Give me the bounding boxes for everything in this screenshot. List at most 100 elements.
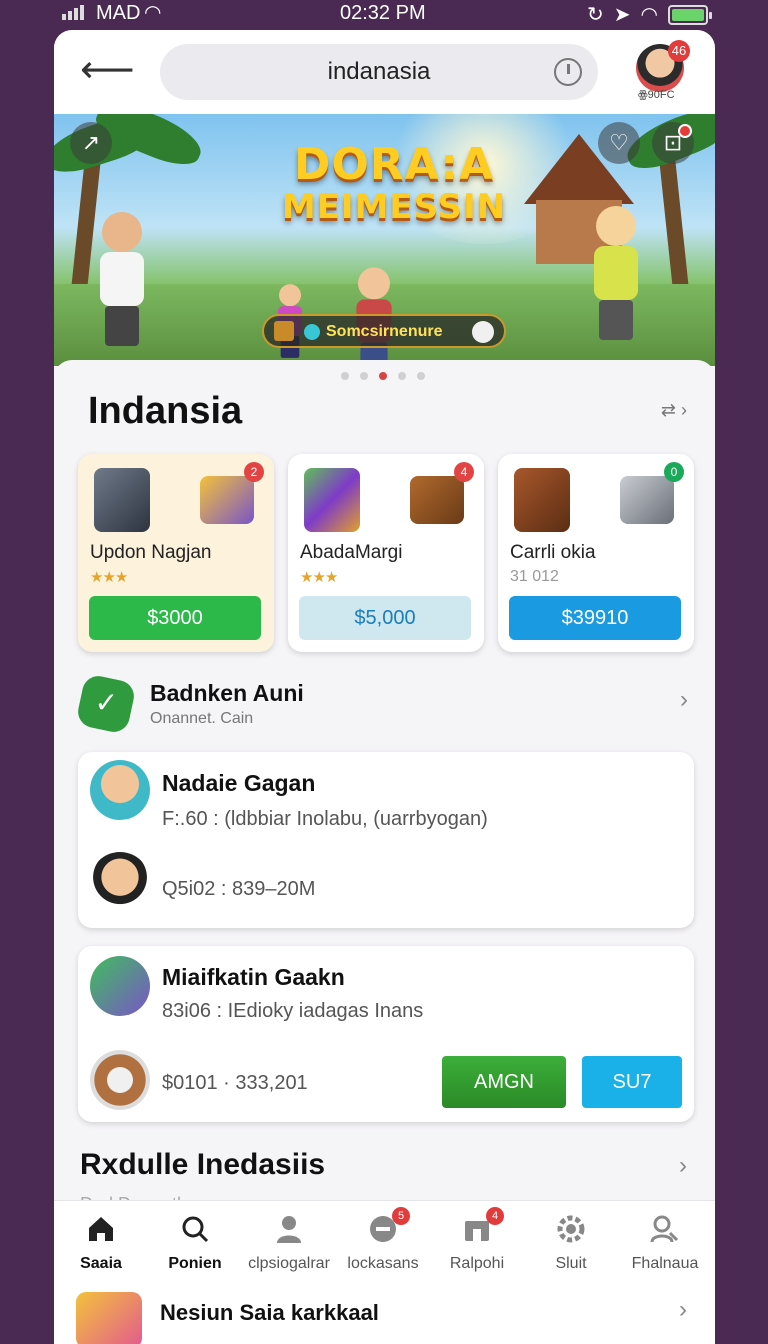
gear-icon bbox=[472, 321, 494, 343]
person-icon bbox=[277, 1216, 301, 1243]
signal-icon bbox=[62, 4, 84, 20]
search-icon bbox=[182, 1216, 209, 1243]
wifi-icon: ◠ bbox=[640, 4, 658, 26]
tool-icon bbox=[90, 1050, 150, 1110]
verified-badge-icon bbox=[75, 673, 137, 735]
card-badge: 0 bbox=[664, 462, 684, 482]
hut-icon bbox=[514, 468, 570, 532]
wifi-icon: ◠ bbox=[144, 2, 162, 24]
list-card-detail: 83i06 : IEdioky iadagas Inans bbox=[162, 1000, 424, 1022]
star-rating: ★★★ bbox=[90, 569, 128, 586]
chevron-right-icon[interactable]: › bbox=[680, 686, 688, 714]
crate-icon bbox=[410, 476, 464, 524]
banner-cta-label: Somcsirnenure bbox=[326, 323, 443, 340]
pipe-icon bbox=[620, 476, 674, 524]
tab-label: Fhalnaua bbox=[631, 1255, 699, 1272]
price-button[interactable]: $3000 bbox=[89, 596, 261, 640]
notification-dot bbox=[678, 124, 692, 138]
list-item-title: Nesiun Saia karkkaal bbox=[160, 1300, 379, 1325]
gem-icon bbox=[304, 324, 320, 340]
hero-banner[interactable]: DORA:A MEIMESSIN Somcsirnenure ↗ ♡ ⊡ bbox=[54, 114, 715, 366]
cups-icon bbox=[200, 476, 254, 524]
list-card[interactable]: Miaifkatin Gaakn 83i06 : IEdioky iadagas… bbox=[78, 946, 694, 1122]
tab-account[interactable]: Fhalnaua bbox=[618, 1201, 712, 1287]
banner-title-line1: DORA:A bbox=[293, 139, 495, 190]
card-badge: 4 bbox=[454, 462, 474, 482]
product-card[interactable]: 0 Carrli okia 31 012 $39910 bbox=[498, 454, 694, 652]
star-rating: ★★★ bbox=[300, 569, 338, 586]
tab-store[interactable]: 4 Ralpohi bbox=[430, 1201, 524, 1287]
list-card-meta: $0101 · 333,201 bbox=[162, 1072, 308, 1094]
carousel-dot-active[interactable] bbox=[379, 372, 387, 380]
chevron-right-icon[interactable]: › bbox=[679, 1296, 687, 1324]
search-bar[interactable]: indanasia bbox=[160, 44, 598, 100]
sync-icon: ↻ bbox=[587, 4, 604, 26]
back-arrow-icon[interactable]: ⟵ bbox=[80, 50, 134, 90]
game-thumbnail bbox=[76, 1292, 142, 1344]
chest-icon bbox=[274, 321, 294, 341]
product-card[interactable]: 4 AbadaMargi ★★★ $5,000 bbox=[288, 454, 484, 652]
bottom-nav: Saaia Ponien clpsiogalrar 5 lockasans 4 … bbox=[54, 1200, 715, 1286]
verified-row[interactable]: Badnken Auni Onannet. Cain › bbox=[75, 673, 694, 736]
banner-title-line2: MEIMESSIN bbox=[281, 187, 507, 227]
card-title: Carrli okia bbox=[510, 542, 596, 563]
chevron-right-icon[interactable]: › bbox=[679, 1152, 687, 1180]
speaker-icon bbox=[94, 468, 150, 532]
carousel-dot[interactable] bbox=[398, 372, 406, 380]
guitar-icon bbox=[90, 956, 150, 1016]
section-title: Indansia bbox=[88, 390, 243, 432]
tab-profile[interactable]: clpsiogalrar bbox=[242, 1201, 336, 1287]
history-icon[interactable] bbox=[554, 58, 582, 86]
see-more-arrows-icon[interactable]: ⇄ › bbox=[661, 400, 687, 421]
tab-label: Sluit bbox=[555, 1255, 587, 1272]
list-item[interactable]: Nesiun Saia karkkaal › bbox=[54, 1286, 715, 1344]
location-icon: ➤ bbox=[613, 4, 631, 26]
price-button[interactable]: $39910 bbox=[509, 596, 681, 640]
list-card[interactable]: Nadaie Gagan F:.60 : (ldbbiar Inolabu, (… bbox=[78, 752, 694, 928]
avatar-caption: ꙮ90FC bbox=[638, 89, 675, 101]
carousel-dot[interactable] bbox=[360, 372, 368, 380]
share-icon[interactable]: ↗ bbox=[70, 122, 112, 164]
home-icon bbox=[89, 1217, 113, 1241]
tab-label: Saaia bbox=[80, 1255, 122, 1272]
secondary-action-button[interactable]: SU7 bbox=[582, 1056, 682, 1108]
section-title: Rxdulle Inedasiis bbox=[80, 1148, 326, 1181]
heart-icon[interactable]: ♡ bbox=[598, 122, 640, 164]
list-card-title: Nadaie Gagan bbox=[162, 770, 316, 796]
card-title: Updon Nagjan bbox=[90, 542, 212, 563]
tab-home[interactable]: Saaia bbox=[54, 1201, 148, 1287]
tab-settings[interactable]: Sluit bbox=[524, 1201, 618, 1287]
character-boy-right bbox=[594, 206, 638, 340]
status-bar: MAD ◠ 02:32 PM ↻ ➤ ◠ bbox=[0, 0, 768, 26]
carrier-label: MAD bbox=[96, 2, 141, 24]
tab-search[interactable]: Ponien bbox=[148, 1201, 242, 1287]
list-card-title: Miaifkatin Gaakn bbox=[162, 964, 345, 990]
app-window: ⟵ indanasia 46 ꙮ90FC DORA:A MEIMESSIN So… bbox=[54, 30, 715, 1344]
character-boy-left bbox=[100, 212, 144, 346]
top-app-bar: ⟵ indanasia 46 ꙮ90FC bbox=[54, 30, 715, 114]
content-sheet: Indansia ⇄ › 2 Updon Nagjan ★★★ $3000 4 … bbox=[54, 360, 715, 1260]
banner-cta-pill[interactable]: Somcsirnenure bbox=[262, 314, 506, 348]
battery-icon bbox=[668, 4, 712, 25]
tab-label: Ralpohi bbox=[449, 1255, 505, 1272]
carousel-dot[interactable] bbox=[341, 372, 349, 380]
carousel-dot[interactable] bbox=[417, 372, 425, 380]
banner-title: DORA:A MEIMESSIN bbox=[274, 139, 514, 228]
cube-icon bbox=[304, 468, 360, 532]
tab-badge: 4 bbox=[486, 1207, 504, 1225]
user-search-icon bbox=[650, 1215, 679, 1243]
tab-label: lockasans bbox=[347, 1255, 419, 1272]
product-cards: 2 Updon Nagjan ★★★ $3000 4 AbadaMargi ★★… bbox=[78, 454, 694, 654]
carousel-dots bbox=[341, 372, 425, 380]
gear-icon bbox=[557, 1215, 585, 1243]
list-card-meta: Q5i02 : 839–20M bbox=[162, 878, 316, 900]
price-button[interactable]: $5,000 bbox=[299, 596, 471, 640]
card-title: AbadaMargi bbox=[300, 542, 403, 563]
notification-badge: 46 bbox=[668, 40, 690, 62]
search-input[interactable]: indanasia bbox=[160, 58, 598, 86]
primary-action-button[interactable]: AMGN bbox=[442, 1056, 566, 1108]
tab-label: Ponien bbox=[168, 1255, 222, 1272]
card-subtitle: 31 012 bbox=[510, 568, 559, 585]
tab-games[interactable]: 5 lockasans bbox=[336, 1201, 430, 1287]
product-card[interactable]: 2 Updon Nagjan ★★★ $3000 bbox=[78, 454, 274, 652]
